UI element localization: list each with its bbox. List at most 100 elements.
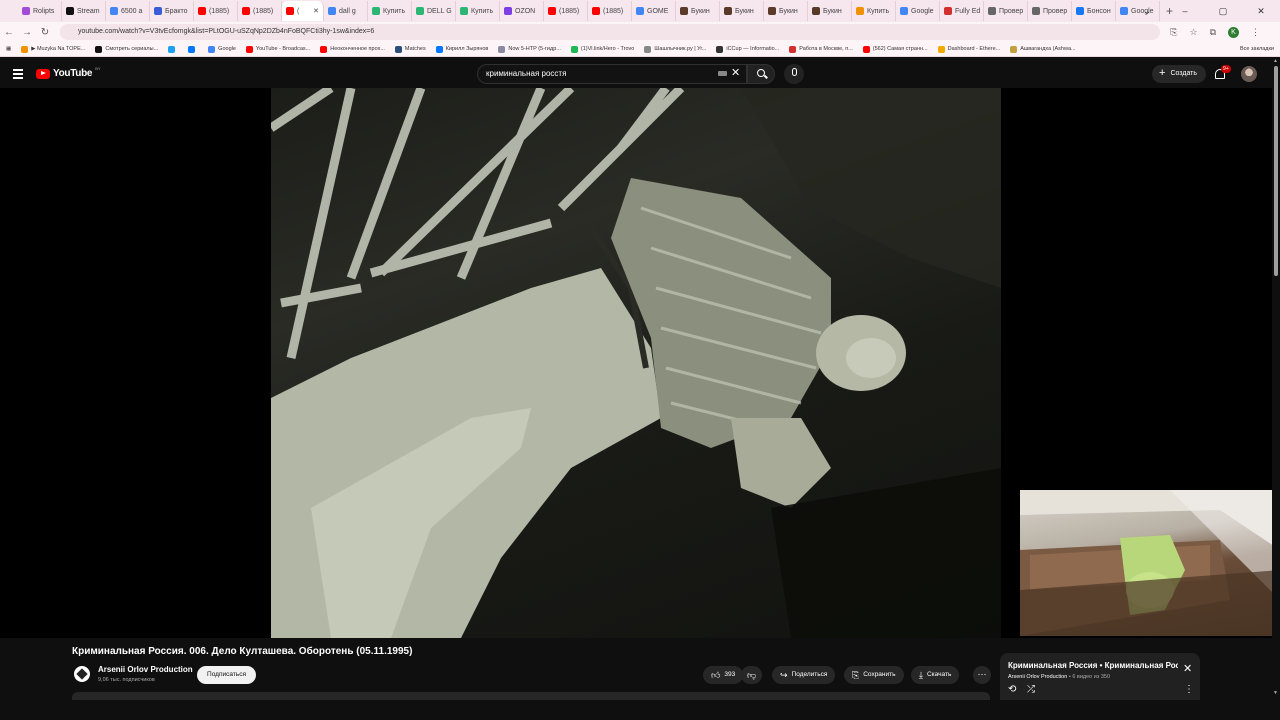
tab-favicon-icon <box>198 7 206 15</box>
share-label: Поделиться <box>791 671 828 678</box>
scroll-up-arrow[interactable]: ▲ <box>1273 58 1278 64</box>
playlist-panel: Криминальная Россия • Криминальная Росси… <box>1000 653 1200 700</box>
scroll-thumb[interactable] <box>1274 66 1278 276</box>
bookmark-item[interactable]: ▶ Muzyka Na TOPE... <box>21 45 85 53</box>
search-button[interactable] <box>747 64 775 84</box>
channel-avatar[interactable] <box>74 666 90 682</box>
menu-dots-icon[interactable]: ⋮ <box>1184 684 1194 695</box>
create-button[interactable]: + Создать <box>1152 65 1206 83</box>
browser-tab[interactable]: Купить <box>368 1 412 21</box>
browser-tab[interactable]: Rolipts <box>18 1 62 21</box>
scroll-down-arrow[interactable]: ▼ <box>1273 690 1278 696</box>
like-button[interactable]: 👍︎ 393 <box>703 666 744 684</box>
extensions-icon[interactable]: ⧉ <box>1210 27 1216 38</box>
bookmark-item[interactable]: Matches <box>394 45 426 53</box>
download-button[interactable]: ⤓ Скачать <box>911 666 960 684</box>
bookmark-item[interactable] <box>188 45 198 53</box>
browser-tab-strip: Rolipts Stream 6500 a Бракто (1885) (1885)(✕ d… <box>0 0 1280 22</box>
maximize-button[interactable]: ▢ <box>1204 0 1242 22</box>
browser-tab[interactable]: OZON <box>500 1 544 21</box>
chevron-down-icon[interactable]: ⌄ <box>1128 0 1166 22</box>
playlist-channel[interactable]: Arsenii Orlov Production <box>1008 674 1067 680</box>
browser-tab[interactable]: Купить <box>852 1 896 21</box>
tab-favicon-icon <box>812 7 820 15</box>
close-window-button[interactable]: ✕ <box>1242 0 1280 22</box>
bookmark-item[interactable]: Работа в Москве, п... <box>789 45 853 53</box>
bookmark-item[interactable]: Dashboard - Ethere... <box>937 45 1000 53</box>
bookmark-star-icon[interactable]: ☆ <box>1189 27 1197 38</box>
browser-tab[interactable]: Букин <box>720 1 764 21</box>
browser-tab[interactable]: Букин <box>764 1 808 21</box>
voice-search-button[interactable] <box>784 64 804 84</box>
browser-tab[interactable]: (1885) <box>588 1 632 21</box>
bookmark-label: Now 5-HTP (5-гидр... <box>508 46 561 52</box>
bookmark-item[interactable]: Смотреть сериалы... <box>95 45 158 53</box>
translate-icon[interactable]: ⎘ <box>1170 27 1177 38</box>
bookmark-favicon-icon <box>208 45 216 53</box>
dislike-button[interactable]: 👎︎ <box>741 666 763 684</box>
minimize-button[interactable]: – <box>1166 0 1204 22</box>
bookmark-item[interactable]: Now 5-HTP (5-гидр... <box>498 45 561 53</box>
browser-tab[interactable]: Бонсон <box>1072 1 1116 21</box>
bookmark-item[interactable]: Неоконченное прох... <box>320 45 385 53</box>
close-icon[interactable]: ✕ <box>1183 662 1192 675</box>
bookmark-item[interactable]: Ашвагандха (Ashwa... <box>1010 45 1076 53</box>
browser-tab[interactable]: Букин <box>808 1 852 21</box>
clear-search-icon[interactable]: ✕ <box>731 66 740 79</box>
keyboard-icon[interactable] <box>718 71 727 76</box>
browser-tab[interactable]: Провер <box>1028 1 1072 21</box>
tab-label: Купить <box>383 7 406 15</box>
share-button[interactable]: ↪ Поделиться <box>772 666 836 684</box>
bookmark-item[interactable]: (1)Vl.link/Hero - Trovo <box>570 45 634 53</box>
apps-grid-icon[interactable]: ▦ <box>6 46 11 52</box>
bookmark-item[interactable]: (562) Самая странн... <box>862 45 928 53</box>
browser-tab[interactable]: (1885) <box>238 1 282 21</box>
browser-tab[interactable]: Fully Ed <box>940 1 984 21</box>
back-icon[interactable]: ← <box>0 27 18 38</box>
menu-icon[interactable] <box>13 69 23 81</box>
save-button[interactable]: ⎘ Сохранить <box>844 666 904 684</box>
reload-icon[interactable]: ↻ <box>36 27 54 38</box>
browser-tab[interactable]: Букин <box>676 1 720 21</box>
browser-tab[interactable]: (1885) <box>194 1 238 21</box>
profile-avatar[interactable]: K <box>1228 26 1239 38</box>
close-tab-icon[interactable]: ✕ <box>313 7 319 15</box>
browser-tab[interactable]: Google <box>896 1 940 21</box>
subscribe-button[interactable]: Подписаться <box>197 666 256 684</box>
browser-tab[interactable]: Провер <box>984 1 1028 21</box>
bookmark-label: Matches <box>404 46 426 52</box>
bookmark-item[interactable] <box>168 45 178 53</box>
all-bookmarks[interactable]: Все закладки <box>1240 46 1274 52</box>
address-bar[interactable]: youtube.com/watch?v=V3tvEcfomgk&list=PLt… <box>60 24 1160 40</box>
account-avatar[interactable] <box>1241 66 1257 82</box>
bookmark-item[interactable]: Кирилл Зырянов <box>435 45 488 53</box>
browser-tab[interactable]: dall g <box>324 1 368 21</box>
browser-tab[interactable]: DELL G <box>412 1 456 21</box>
tab-label: Google <box>911 7 934 15</box>
tab-label: Букин <box>691 7 710 15</box>
bookmark-item[interactable]: YouTube - Broadcas... <box>245 45 310 53</box>
forward-icon[interactable]: → <box>18 27 36 38</box>
shuffle-icon[interactable]: ⤮ <box>1027 684 1035 695</box>
browser-tab[interactable]: Купить <box>456 1 500 21</box>
browser-tab[interactable]: (1885) <box>544 1 588 21</box>
bookmark-item[interactable]: Google <box>208 45 236 53</box>
search-input[interactable]: криминальная росстя <box>477 64 747 84</box>
more-actions-button[interactable]: ⋯ <box>973 666 991 684</box>
bookmark-item[interactable]: iCCup — Informatio... <box>716 45 779 53</box>
bookmark-item[interactable]: Шашлычник.ру | Уг... <box>644 45 706 53</box>
playlist-title[interactable]: Криминальная Россия • Криминальная Росси… <box>1008 661 1178 670</box>
loop-icon[interactable]: ⟲ <box>1008 684 1016 695</box>
browser-tab[interactable]: Stream <box>62 1 106 21</box>
browser-tab[interactable]: (✕ <box>282 1 324 21</box>
page-scrollbar[interactable]: ▲ ▼ <box>1272 58 1280 700</box>
browser-tab[interactable]: Бракто <box>150 1 194 21</box>
menu-dots-icon[interactable]: ⋮ <box>1251 27 1260 38</box>
channel-name[interactable]: Arsenii Orlov Production <box>98 665 193 674</box>
bookmark-label: (562) Самая странн... <box>872 46 928 52</box>
youtube-logo[interactable]: YouTube BY <box>36 66 101 79</box>
description-box[interactable] <box>72 692 990 700</box>
browser-tab[interactable]: 6500 a <box>106 1 150 21</box>
browser-tab[interactable]: GOME <box>632 1 676 21</box>
video-frame[interactable] <box>271 88 1001 638</box>
